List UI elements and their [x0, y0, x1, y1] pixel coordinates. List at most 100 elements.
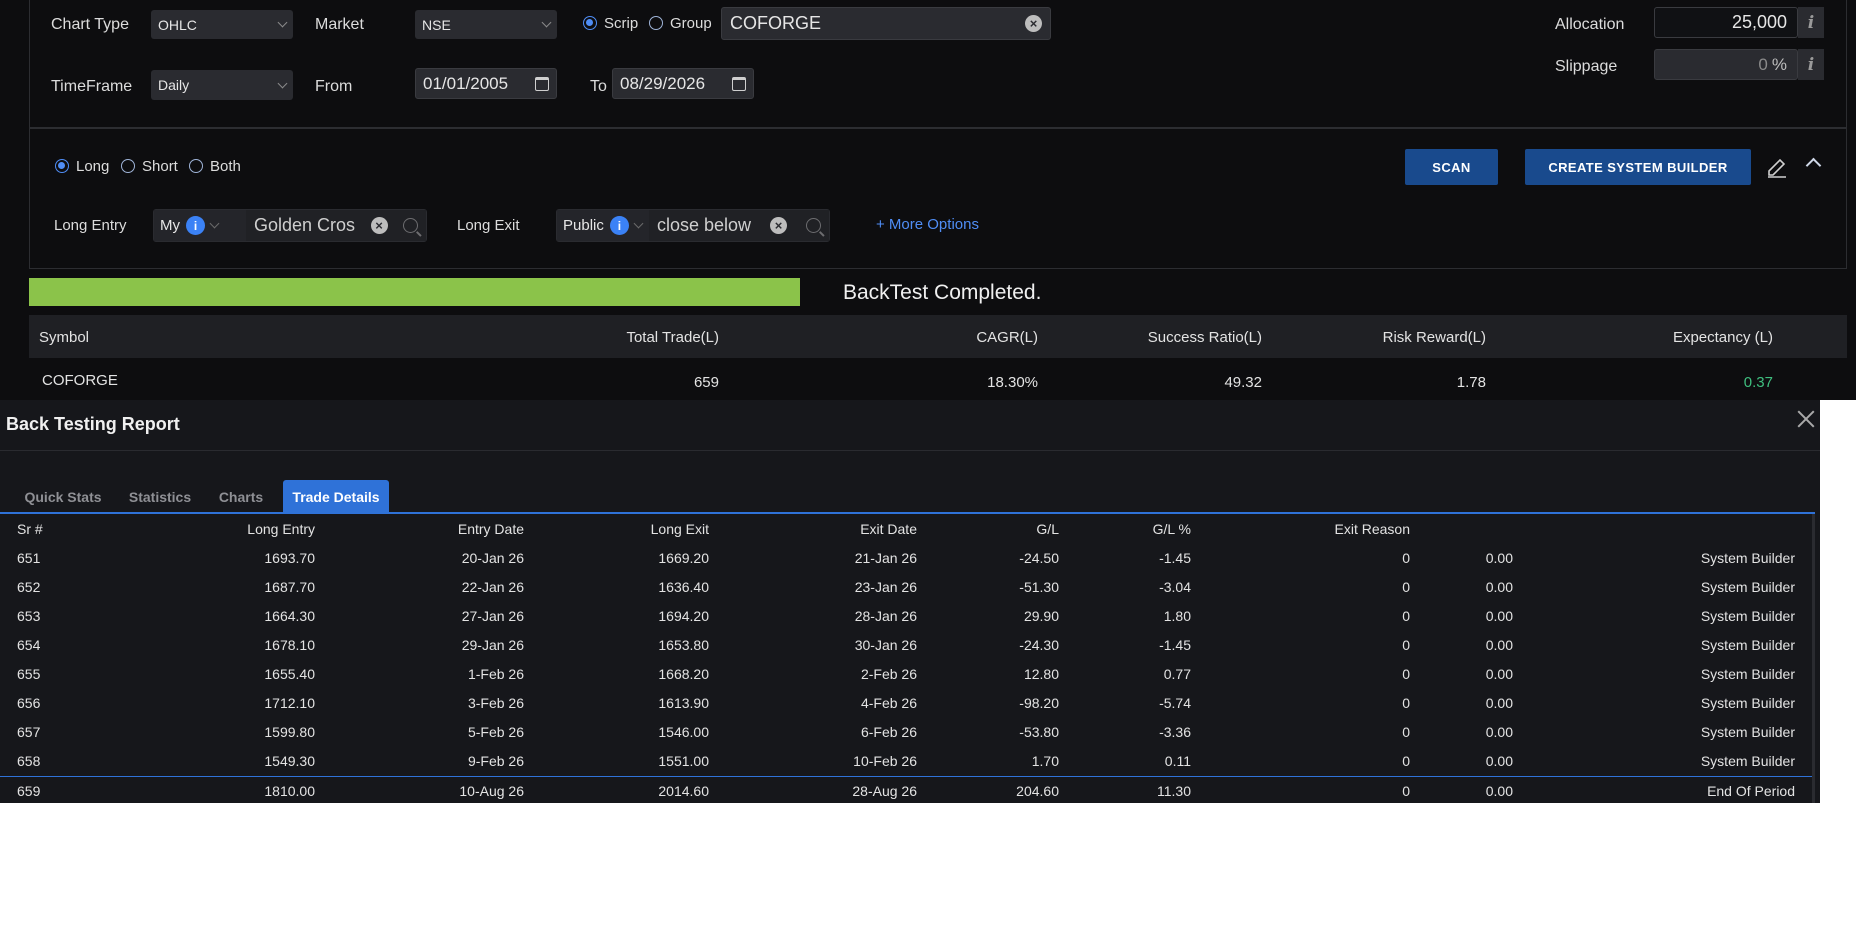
tab-charts[interactable]: Charts	[214, 480, 268, 513]
cell-gl: -24.30	[1019, 637, 1059, 653]
clear-icon[interactable]: ×	[770, 217, 788, 234]
scrip-radio[interactable]	[583, 14, 597, 32]
cell-sr: 651	[17, 550, 41, 566]
cell-exit-reason-text: System Builder	[1700, 695, 1795, 711]
info-icon[interactable]: i	[609, 216, 629, 235]
to-date-input[interactable]: 08/29/2026	[612, 68, 754, 99]
cell-long-entry: 1549.30	[264, 753, 315, 769]
search-icon[interactable]	[806, 218, 821, 233]
cell-long-exit: 1551.00	[658, 753, 709, 769]
tab-trade-details[interactable]: Trade Details	[283, 480, 389, 513]
allocation-value: 25,000	[1731, 12, 1787, 32]
table-row[interactable]: 653 1664.30 27-Jan 26 1694.20 28-Jan 26 29.90…	[0, 602, 1815, 631]
cell-exit-date: 4-Feb 26	[860, 695, 917, 711]
timeframe-select[interactable]: Daily	[151, 70, 293, 100]
results-cagr: 18.30%	[987, 374, 1038, 391]
header-gl: G/L	[1036, 521, 1059, 537]
calendar-icon[interactable]	[732, 76, 746, 91]
cell-long-entry: 1687.70	[264, 579, 315, 595]
long-exit-value-input[interactable]: close below ×	[649, 210, 829, 241]
calendar-icon[interactable]	[535, 76, 549, 91]
table-row[interactable]: 654 1678.10 29-Jan 26 1653.80 30-Jan 26 -24.3…	[0, 631, 1815, 660]
progress-track	[29, 278, 800, 306]
long-entry-control: My i Golden Cros ×	[153, 209, 427, 242]
short-radio[interactable]	[121, 157, 135, 175]
results-expectancy: 0.37	[1743, 374, 1773, 391]
header-long-entry: Long Entry	[247, 521, 315, 537]
from-date-input[interactable]: 01/01/2005	[415, 68, 557, 99]
header-long-exit: Long Exit	[650, 521, 709, 537]
market-value: NSE	[422, 16, 451, 33]
cell-long-exit: 1694.20	[658, 608, 709, 624]
group-radio[interactable]	[649, 14, 663, 32]
cell-long-entry: 1693.70	[264, 550, 315, 566]
cell-sr: 658	[17, 753, 41, 769]
long-radio[interactable]	[55, 157, 69, 175]
tab-quick-stats[interactable]: Quick Stats	[20, 480, 106, 513]
slippage-input[interactable]: 0 %	[1654, 49, 1798, 80]
symbol-search-input[interactable]: COFORGE ×	[721, 7, 1051, 40]
cell-exit-reason-value: 0.00	[1485, 637, 1513, 653]
back-testing-report-modal: Back Testing Report Quick Stats Statisti…	[0, 400, 1820, 803]
long-exit-source-select[interactable]: Public i	[557, 210, 649, 241]
scrip-label: Scrip	[604, 15, 639, 32]
clear-icon[interactable]: ×	[370, 217, 388, 234]
cell-long-entry: 1810.00	[264, 783, 315, 799]
results-success-ratio: 49.32	[1224, 374, 1262, 391]
tab-statistics[interactable]: Statistics	[124, 480, 196, 513]
cell-long-entry: 1664.30	[264, 608, 315, 624]
cell-gl: 12.80	[1023, 666, 1059, 682]
edit-icon[interactable]	[1765, 155, 1789, 179]
chart-type-select[interactable]: OHLC	[151, 10, 293, 39]
search-icon[interactable]	[403, 218, 418, 233]
cell-gl: -51.30	[1019, 579, 1059, 595]
results-symbol[interactable]: COFORGE	[42, 372, 118, 389]
results-row[interactable]	[29, 358, 1847, 400]
market-select[interactable]: NSE	[415, 10, 557, 39]
cell-entry-date: 1-Feb 26	[467, 666, 524, 682]
chart-type-label: Chart Type	[51, 16, 129, 33]
table-row[interactable]: 651 1693.70 20-Jan 26 1669.20 21-Jan 26 -24.5…	[0, 544, 1815, 573]
cell-exit-reason-text: System Builder	[1700, 724, 1795, 740]
scan-button[interactable]: SCAN	[1405, 149, 1498, 185]
allocation-input[interactable]: 25,000	[1654, 7, 1798, 38]
clear-icon[interactable]: ×	[1025, 15, 1042, 32]
allocation-info-button[interactable]: i	[1798, 7, 1824, 38]
cell-exit-reason-value: 0.00	[1485, 666, 1513, 682]
cell-exit-reason-text: System Builder	[1700, 579, 1795, 595]
table-row[interactable]: 658 1549.30 9-Feb 26 1551.00 10-Feb 26 1.70 0.…	[0, 747, 1815, 776]
cell-gl: -98.20	[1019, 695, 1059, 711]
status-text: BackTest Completed.	[843, 281, 1042, 304]
info-icon[interactable]: i	[186, 216, 205, 235]
close-icon[interactable]	[1795, 408, 1817, 430]
table-row[interactable]: 656 1712.10 3-Feb 26 1613.90 4-Feb 26 -98.20 -…	[0, 689, 1815, 718]
cell-exit-reason-value: 0.00	[1485, 753, 1513, 769]
cell-exit-date: 2-Feb 26	[860, 666, 917, 682]
cell-long-entry: 1712.10	[264, 695, 315, 711]
table-row[interactable]: 659 1810.00 10-Aug 26 2014.60 28-Aug 26 204.6…	[0, 776, 1815, 803]
cell-long-exit: 1653.80	[658, 637, 709, 653]
more-options-link[interactable]: + More Options	[876, 216, 979, 233]
cell-exit-reason-text: System Builder	[1700, 753, 1795, 769]
create-system-builder-button[interactable]: CREATE SYSTEM BUILDER	[1525, 149, 1751, 185]
header-exit-reason: Exit Reason	[1334, 521, 1410, 537]
cell-exit-reason-count: 0	[1402, 783, 1410, 799]
header-exit-date: Exit Date	[860, 521, 917, 537]
cell-exit-reason-count: 0	[1402, 695, 1410, 711]
long-entry-value-input[interactable]: Golden Cros ×	[246, 210, 426, 241]
short-label: Short	[142, 158, 178, 175]
slippage-info-button[interactable]: i	[1798, 49, 1824, 80]
table-row[interactable]: 652 1687.70 22-Jan 26 1636.40 23-Jan 26 -51.3…	[0, 573, 1815, 602]
info-icon: i	[1807, 12, 1815, 33]
scrollbar-track[interactable]	[1812, 514, 1815, 803]
table-row[interactable]: 657 1599.80 5-Feb 26 1546.00 6-Feb 26 -53.80 -…	[0, 718, 1815, 747]
long-entry-source-select[interactable]: My i	[154, 210, 246, 241]
both-radio[interactable]	[189, 157, 203, 175]
cell-gl-pct: 0.77	[1163, 666, 1191, 682]
cell-entry-date: 5-Feb 26	[467, 724, 524, 740]
cell-gl: 29.90	[1023, 608, 1059, 624]
cell-entry-date: 3-Feb 26	[467, 695, 524, 711]
results-risk-reward: 1.78	[1456, 374, 1486, 391]
cell-entry-date: 9-Feb 26	[467, 753, 524, 769]
table-row[interactable]: 655 1655.40 1-Feb 26 1668.20 2-Feb 26 12.80 0.…	[0, 660, 1815, 689]
